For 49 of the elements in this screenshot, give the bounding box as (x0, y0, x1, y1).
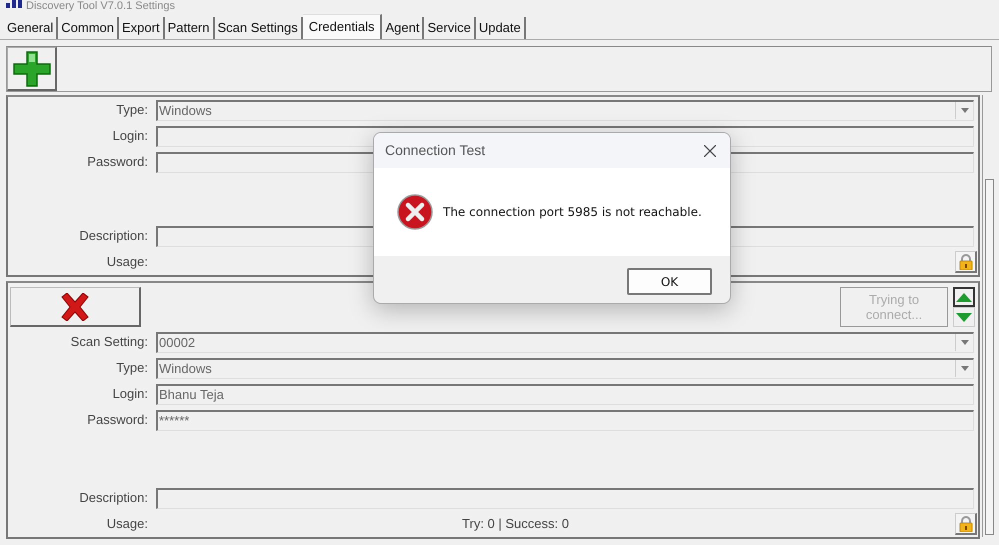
lock-button[interactable] (955, 513, 977, 535)
plus-icon (12, 50, 52, 88)
field-label: Scan Setting: (70, 333, 148, 352)
field-label: Type: (115, 359, 148, 378)
scrollbar-thumb[interactable] (985, 179, 994, 535)
dropdown-arrow-icon (960, 340, 968, 344)
tab[interactable]: Agent (382, 17, 424, 39)
tab[interactable]: Service (424, 17, 476, 39)
move-up-button[interactable] (953, 287, 975, 307)
tab[interactable]: General (4, 17, 58, 39)
tab[interactable]: Export (119, 17, 165, 39)
field-label: Password: (86, 153, 148, 172)
dropdown-arrow-icon (960, 366, 968, 370)
dialog-title: Connection Test (385, 141, 486, 160)
input-field[interactable] (156, 488, 974, 508)
field-label: Password: (86, 411, 148, 430)
dropdown-field[interactable]: Windows (156, 358, 974, 378)
field-label: Type: (115, 101, 148, 120)
error-icon (397, 194, 433, 230)
dropdown-arrow-icon (960, 108, 968, 112)
field-label: Login: (112, 385, 148, 404)
input-field[interactable]: ****** (156, 410, 974, 430)
lock-button[interactable] (955, 251, 977, 273)
field-label: Description: (78, 489, 148, 508)
delete-button[interactable] (10, 287, 141, 327)
dropdown-field[interactable]: 00002 (156, 332, 974, 352)
field-label: Usage: (106, 515, 148, 534)
field-label: Usage: (106, 253, 148, 272)
scrollbar[interactable] (982, 95, 996, 537)
add-button[interactable] (7, 47, 57, 91)
tab[interactable]: Common (58, 17, 119, 39)
dropdown-field[interactable]: Windows (156, 100, 974, 120)
field-label: Description: (78, 227, 148, 246)
window-title: Discovery Tool V7.0.1 Settings (26, 0, 175, 12)
input-field[interactable]: Bhanu Teja (156, 384, 974, 404)
field-label: Login: (112, 127, 148, 146)
app-icon (6, 0, 22, 8)
padlock-icon (958, 516, 972, 532)
down-triangle-icon (956, 312, 972, 322)
tab[interactable]: Credentials (302, 14, 382, 39)
tab[interactable]: Pattern (164, 17, 214, 39)
tab[interactable]: Update (476, 17, 526, 39)
error-message: The connection port 5985 is not reachable. (443, 204, 702, 221)
usage-stats: Try: 0 | Success: 0 (461, 515, 570, 534)
delete-x-icon (59, 292, 91, 320)
up-triangle-icon (956, 292, 972, 302)
close-icon (704, 144, 716, 156)
ok-button[interactable]: OK (627, 268, 712, 295)
padlock-icon (958, 254, 972, 270)
